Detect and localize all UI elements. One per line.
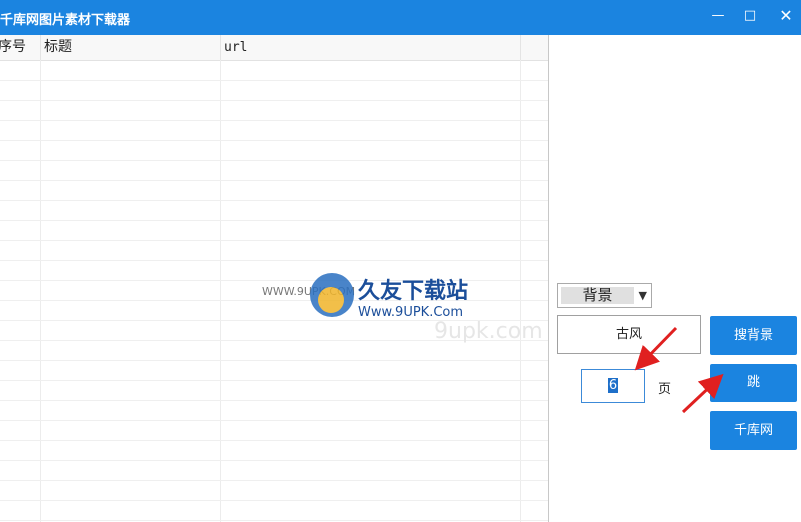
- close-button[interactable]: ✕: [777, 7, 795, 25]
- watermark-url-text: Www.9UPK.Com: [358, 305, 464, 320]
- page-number-input[interactable]: 6: [581, 369, 645, 403]
- qianku-button[interactable]: 千库网: [710, 411, 797, 450]
- page-unit-label: 页: [658, 382, 672, 397]
- jump-button[interactable]: 跳: [710, 364, 797, 402]
- table-row: [0, 220, 548, 221]
- minimize-button[interactable]: —: [709, 7, 727, 25]
- table-row: [0, 500, 548, 501]
- table-row: [0, 380, 548, 381]
- table-header: 序号 标题 url: [0, 35, 548, 61]
- title-bar: 千库网图片素材下载器 — □ ✕: [0, 0, 801, 35]
- table-row: [0, 420, 548, 421]
- table-row: [0, 440, 548, 441]
- maximize-button[interactable]: □: [741, 7, 759, 25]
- table-row: [0, 100, 548, 101]
- watermark-logo-icon: [310, 273, 354, 317]
- table-row: [0, 260, 548, 261]
- watermark-main-text: 久友下载站: [358, 279, 469, 304]
- column-header-title[interactable]: 标题: [41, 35, 221, 60]
- keyword-input[interactable]: 古风: [557, 315, 701, 354]
- category-select-value: 背景: [561, 287, 634, 304]
- table-row: [0, 140, 548, 141]
- window-title: 千库网图片素材下载器: [0, 13, 131, 28]
- column-header-url[interactable]: url: [221, 35, 521, 60]
- table-row: [0, 80, 548, 81]
- table-row: [0, 200, 548, 201]
- table-row: [0, 180, 548, 181]
- table-row: [0, 360, 548, 361]
- table-row: [0, 120, 548, 121]
- category-select[interactable]: 背景 ▼: [557, 283, 652, 308]
- search-background-button[interactable]: 搜背景: [710, 316, 797, 355]
- column-divider: [40, 60, 41, 522]
- page-number-value: 6: [607, 378, 619, 393]
- watermark: WWW.9UPK.COM 久友下载站 Www.9UPK.Com 9upk.com: [262, 267, 543, 347]
- column-divider: [220, 60, 221, 522]
- table-row: [0, 480, 548, 481]
- table-row: [0, 400, 548, 401]
- column-header-index[interactable]: 序号: [0, 35, 41, 60]
- table-row: [0, 460, 548, 461]
- table-row: [0, 520, 548, 521]
- results-table[interactable]: 序号 标题 url WWW.9UPK.COM 久友下载站 Www.9UPK.Co…: [0, 35, 549, 522]
- table-row: [0, 240, 548, 241]
- watermark-ghost-text: 9upk.com: [434, 319, 543, 344]
- chevron-down-icon: ▼: [638, 289, 647, 302]
- table-row: [0, 160, 548, 161]
